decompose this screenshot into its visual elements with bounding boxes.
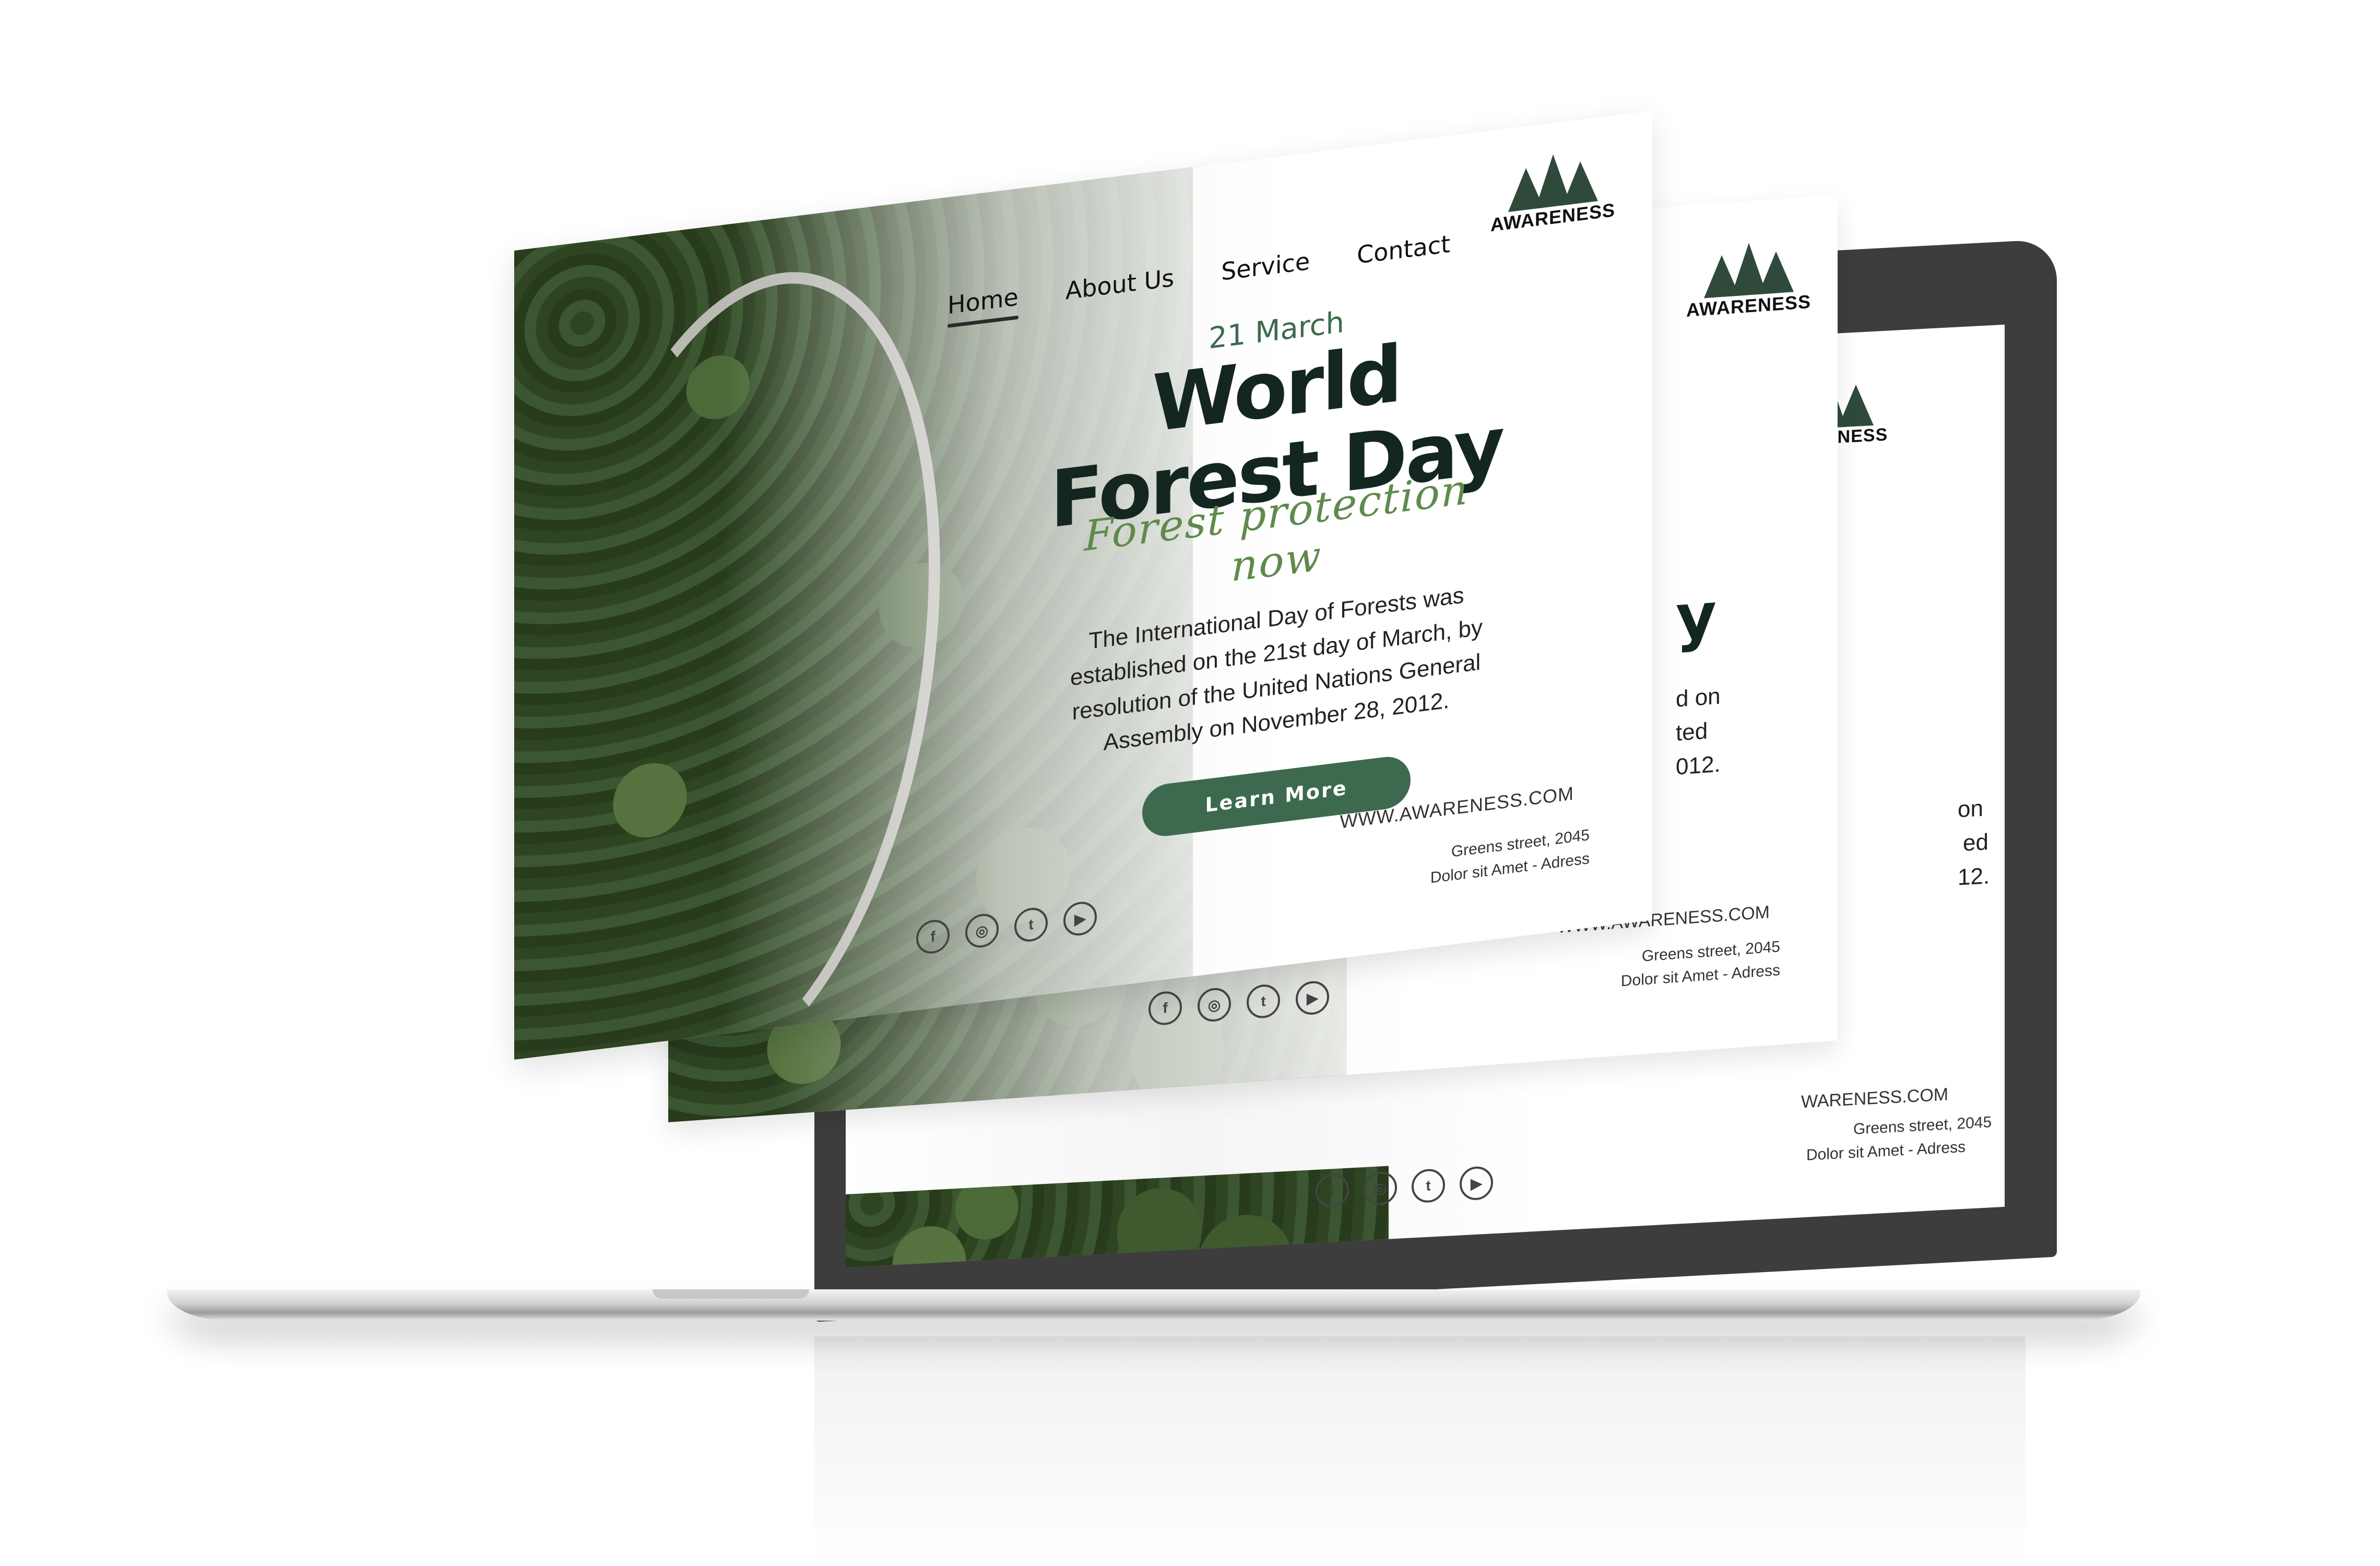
tree-logo-icon: [1508, 149, 1598, 212]
middle-desc-fragment-1: d on: [1676, 683, 1721, 713]
back-desc-fragment-1: on: [1958, 795, 1983, 823]
instagram-icon[interactable]: ◎: [965, 912, 999, 950]
back-desc-fragment-2: ed: [1963, 829, 1988, 857]
twitter-icon[interactable]: t: [1247, 983, 1280, 1019]
middle-logo: AWARENESS: [1686, 239, 1811, 322]
facebook-icon[interactable]: f: [916, 918, 950, 956]
facebook-icon[interactable]: f: [1316, 1173, 1349, 1209]
front-page: AWARENESS Home About Us Service Contact …: [514, 111, 1652, 1060]
youtube-icon[interactable]: ▶: [1063, 899, 1097, 938]
laptop-reflection: [814, 1336, 2026, 1566]
laptop-base: [167, 1289, 2140, 1321]
twitter-icon[interactable]: t: [1014, 906, 1048, 944]
middle-desc-fragment-2: ted: [1676, 718, 1708, 746]
back-desc-fragment-3: 12.: [1958, 863, 1990, 891]
facebook-icon[interactable]: f: [1148, 990, 1182, 1026]
middle-title-fragment: y: [1676, 579, 1717, 655]
brand-logo[interactable]: AWARENESS: [1490, 147, 1615, 236]
instagram-icon[interactable]: ◎: [1198, 987, 1231, 1023]
laptop-notch: [653, 1289, 809, 1299]
tree-logo-icon: [1703, 240, 1794, 299]
youtube-icon[interactable]: ▶: [1460, 1166, 1493, 1201]
youtube-icon[interactable]: ▶: [1296, 980, 1329, 1016]
twitter-icon[interactable]: t: [1412, 1168, 1445, 1204]
middle-desc-fragment-3: 012.: [1676, 751, 1721, 780]
hero-section: 21 March World Forest Day Forest protect…: [1041, 284, 1511, 851]
instagram-icon[interactable]: ◎: [1364, 1170, 1397, 1206]
